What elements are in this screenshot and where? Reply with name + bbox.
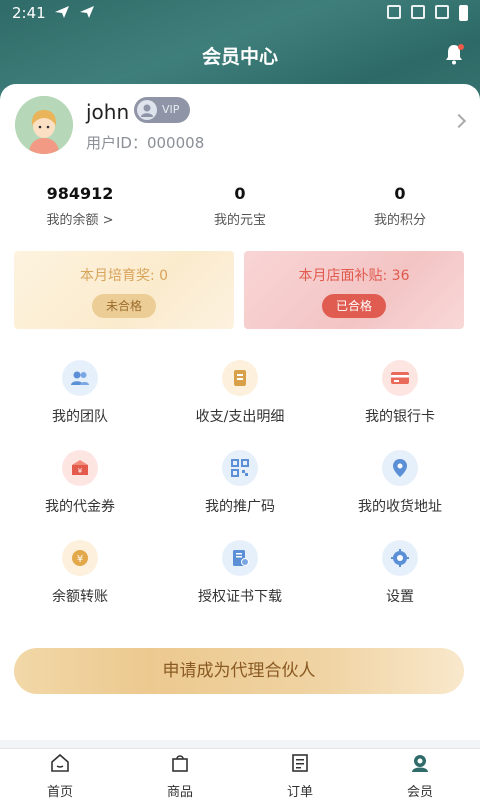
apply-agent-button[interactable]: 申请成为代理合伙人 <box>14 648 464 694</box>
qrcode-icon <box>222 450 258 486</box>
menu-item-address[interactable]: 我的收货地址 <box>320 446 480 526</box>
location-icon <box>382 450 418 486</box>
menu-label: 设置 <box>386 589 414 605</box>
banner-title: 本月店面补贴: 36 <box>298 268 410 284</box>
cultivation-award-banner[interactable]: 本月培育奖: 0 未合格 <box>14 251 234 329</box>
bank-card-icon <box>382 360 418 396</box>
navigation-icon <box>55 6 69 18</box>
tab-member[interactable]: 会员 <box>360 753 480 800</box>
chevron-right-icon[interactable] <box>451 113 467 129</box>
menu-label: 收支/支出明细 <box>195 409 285 425</box>
menu-label: 我的推广码 <box>205 499 275 515</box>
cast-icon <box>387 5 401 19</box>
menu-item-promo-code[interactable]: 我的推广码 <box>160 446 320 526</box>
menu-label: 我的收货地址 <box>358 499 442 515</box>
stats-row: 984912 我的余额 > 0 我的元宝 0 我的积分 <box>0 184 480 234</box>
battery-icon <box>459 5 468 21</box>
tab-orders[interactable]: 订单 <box>240 753 360 800</box>
bottom-tab-bar: 首页 商品 订单 会员 <box>0 748 480 800</box>
status-time: 2:41 <box>12 4 46 22</box>
menu-label: 我的代金券 <box>45 499 115 515</box>
team-icon <box>62 360 98 396</box>
voucher-icon: ¥ <box>62 450 98 486</box>
unqualified-badge[interactable]: 未合格 <box>91 294 156 318</box>
menu-item-ledger[interactable]: 收支/支出明细 <box>160 356 320 436</box>
stat-yuanbao[interactable]: 0 我的元宝 <box>160 184 320 228</box>
home-icon <box>51 753 69 772</box>
bag-icon <box>172 755 188 772</box>
tab-label: 首页 <box>46 785 73 800</box>
user-icon <box>137 100 157 120</box>
vibrate-icon <box>411 5 425 19</box>
menu-label: 我的银行卡 <box>365 409 435 425</box>
menu-label: 授权证书下载 <box>198 589 282 605</box>
stat-points[interactable]: 0 我的积分 <box>320 184 480 228</box>
menu-label: 我的团队 <box>52 409 108 425</box>
status-bar: 2:41 <box>0 0 480 28</box>
stat-label: 我的元宝 <box>213 213 266 228</box>
vip-label: VIP <box>162 103 180 116</box>
banner-title: 本月培育奖: 0 <box>79 268 169 284</box>
menu-item-transfer[interactable]: ¥ 余额转账 <box>0 536 160 616</box>
page-title: 会员中心 <box>201 46 278 68</box>
username: john <box>86 100 130 124</box>
settings-icon <box>382 540 418 576</box>
ledger-icon <box>222 360 258 396</box>
stat-value: 0 <box>394 184 406 203</box>
order-icon <box>292 754 308 772</box>
stat-value: 0 <box>234 184 246 203</box>
menu-item-bank-card[interactable]: 我的银行卡 <box>320 356 480 436</box>
stat-balance[interactable]: 984912 我的余额 > <box>0 184 160 228</box>
avatar[interactable] <box>15 96 73 154</box>
transfer-icon: ¥ <box>62 540 98 576</box>
navigation-icon <box>80 6 94 18</box>
menu-item-settings[interactable]: 设置 <box>320 536 480 616</box>
qualified-badge[interactable]: 已合格 <box>321 294 386 318</box>
stat-label: 我的积分 <box>373 213 426 228</box>
user-id: 用户ID：000008 <box>86 134 205 152</box>
certificate-icon <box>222 540 258 576</box>
svg-text:¥: ¥ <box>77 554 83 565</box>
menu-item-voucher[interactable]: ¥ 我的代金券 <box>0 446 160 526</box>
tab-label: 订单 <box>286 785 313 800</box>
stat-value: 984912 <box>46 184 114 203</box>
bell-icon[interactable] <box>442 42 466 66</box>
member-card: john VIP 用户ID：000008 984912 我的余额 > 0 我的元… <box>0 84 480 740</box>
tab-products[interactable]: 商品 <box>120 753 240 800</box>
tab-label: 会员 <box>406 785 433 800</box>
stat-label: 我的余额 > <box>46 213 114 228</box>
menu-item-certificate[interactable]: 授权证书下载 <box>160 536 320 616</box>
menu-item-team[interactable]: 我的团队 <box>0 356 160 436</box>
member-icon <box>412 755 428 772</box>
store-subsidy-banner[interactable]: 本月店面补贴: 36 已合格 <box>244 251 464 329</box>
tab-home[interactable]: 首页 <box>0 753 120 800</box>
avatar-image <box>15 96 73 154</box>
wifi-icon <box>435 5 449 19</box>
vip-badge: VIP <box>134 97 190 123</box>
menu-label: 余额转账 <box>52 589 108 605</box>
tab-label: 商品 <box>166 785 193 800</box>
svg-text:¥: ¥ <box>78 467 83 475</box>
